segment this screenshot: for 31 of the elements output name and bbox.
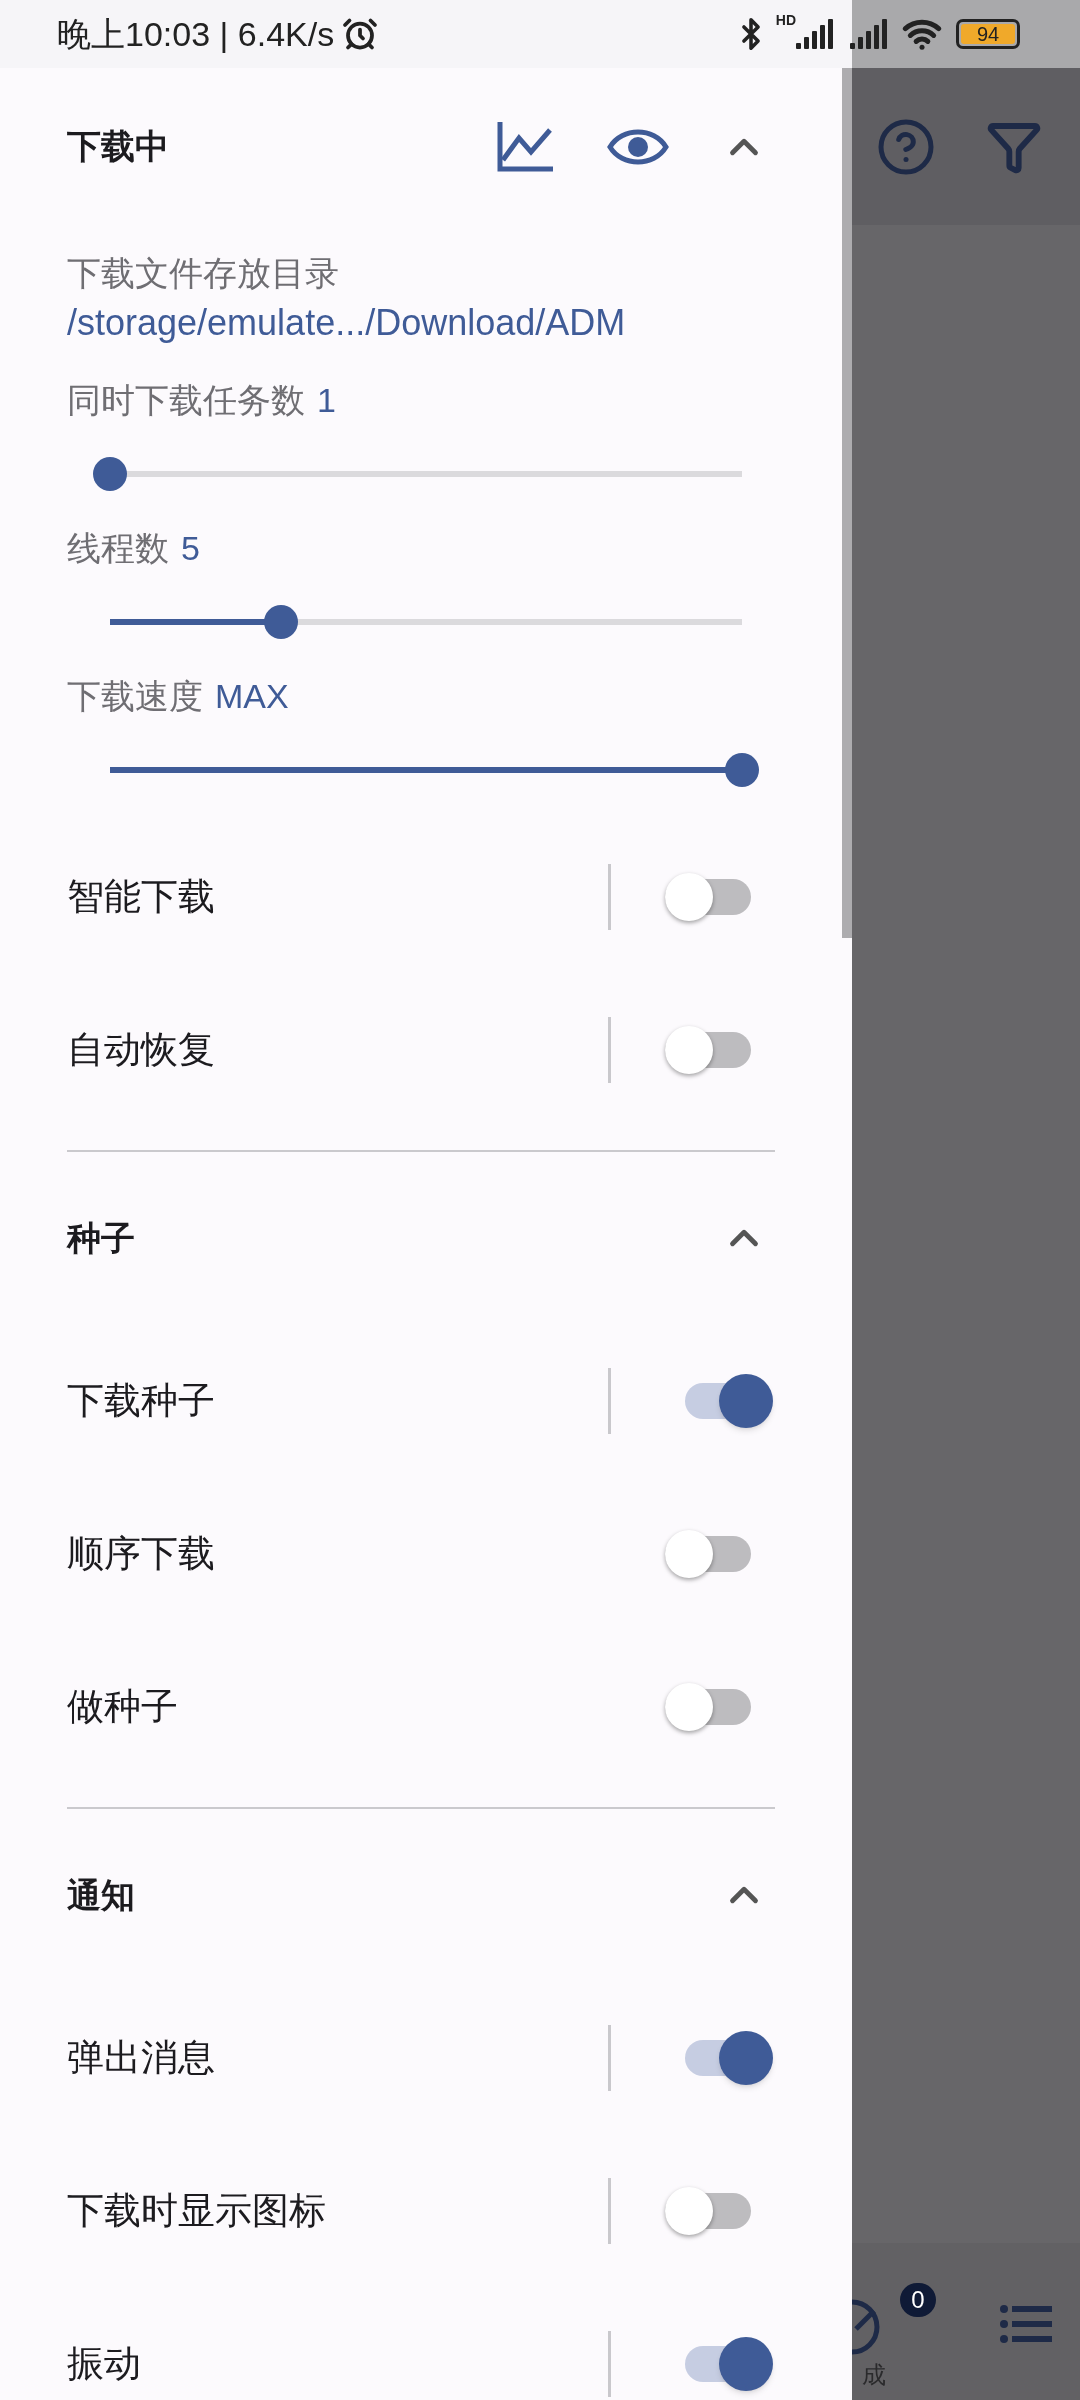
network-type: HD: [775, 11, 796, 30]
signal-icon: [850, 19, 890, 49]
setting-label: 下载种子: [67, 1378, 216, 1423]
setting-value: MAX: [215, 676, 289, 717]
setting-label: 自动恢复: [67, 1027, 216, 1072]
line-chart-icon[interactable]: [497, 121, 555, 172]
battery-level: 94: [961, 24, 1015, 44]
setting-label: 下载文件存放目录: [67, 253, 340, 294]
section-title: 通知: [67, 1874, 136, 1916]
setting-label: 同时下载任务数: [67, 380, 305, 421]
setting-label: 做种子: [67, 1684, 179, 1729]
section-title: 下载中: [67, 126, 170, 167]
setting-value: 5: [181, 528, 200, 569]
slider-thumb[interactable]: [725, 753, 759, 787]
setting-label: 顺序下载: [67, 1531, 216, 1576]
scrollbar[interactable]: [842, 68, 852, 938]
folder-path[interactable]: /storage/emulate.../Download/ADM: [67, 297, 775, 349]
slider-thumb[interactable]: [263, 605, 298, 639]
slider-thumb[interactable]: [93, 457, 127, 491]
signal-icon: [796, 19, 836, 49]
setting-label: 下载时显示图标: [67, 2188, 327, 2233]
setting-label: 线程数: [67, 528, 169, 569]
setting-value: 1: [317, 380, 336, 421]
setting-label: 智能下载: [67, 874, 216, 919]
setting-label: 振动: [67, 2341, 142, 2386]
status-time: 晚上10:03 | 6.4K/s: [57, 13, 335, 55]
alarm-icon: [342, 16, 379, 52]
setting-label: 下载速度: [67, 676, 203, 717]
section-title: 种子: [67, 1217, 136, 1259]
tab-badge: 0: [900, 2283, 936, 2317]
setting-label: 弹出消息: [67, 2035, 216, 2080]
